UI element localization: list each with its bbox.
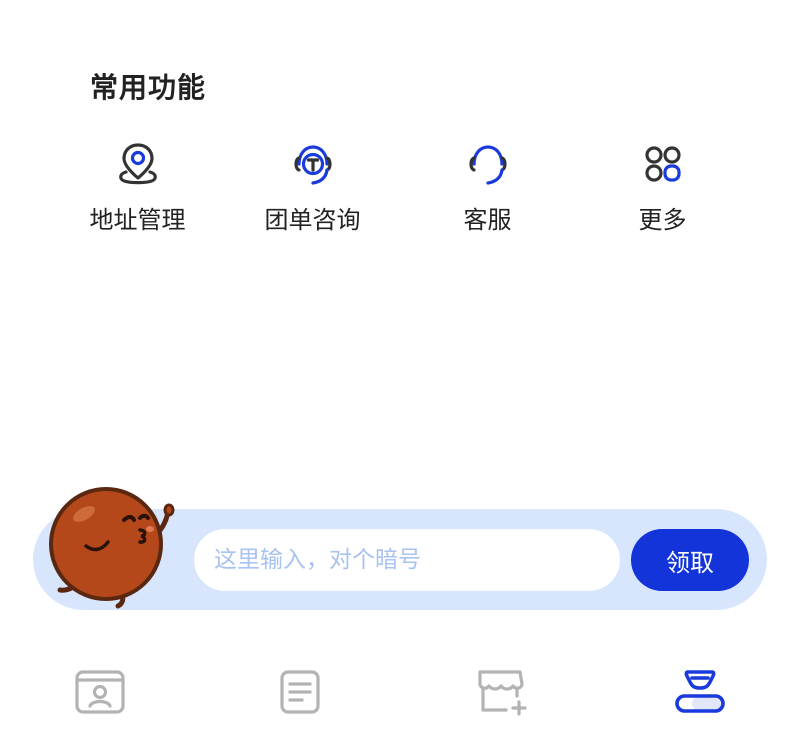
location-pin-icon bbox=[114, 140, 162, 188]
tab-store[interactable] bbox=[400, 660, 600, 733]
tab-contact[interactable] bbox=[0, 660, 200, 733]
tab-profile[interactable] bbox=[600, 660, 800, 733]
common-functions-grid: 地址管理 团单咨询 客服 更多 bbox=[50, 140, 750, 240]
page: 常用功能 地址管理 团单咨询 客服 更多 这里输入，对个暗号 领取 bbox=[0, 0, 800, 733]
function-label: 更多 bbox=[638, 206, 687, 234]
grid-more-icon bbox=[639, 140, 687, 188]
cookie-mascot-icon bbox=[46, 484, 180, 614]
function-customer-service[interactable]: 客服 bbox=[400, 140, 575, 240]
section-title: 常用功能 bbox=[90, 71, 207, 104]
function-more[interactable]: 更多 bbox=[575, 140, 750, 240]
function-label: 客服 bbox=[463, 206, 512, 234]
claim-button[interactable]: 领取 bbox=[631, 529, 749, 591]
function-label: 地址管理 bbox=[89, 206, 186, 234]
document-list-icon bbox=[272, 660, 328, 716]
function-address-management[interactable]: 地址管理 bbox=[50, 140, 225, 240]
secret-code-input[interactable] bbox=[194, 529, 620, 591]
contact-card-icon bbox=[72, 660, 128, 716]
function-group-order-consult[interactable]: 团单咨询 bbox=[225, 140, 400, 240]
tab-orders[interactable] bbox=[200, 660, 400, 733]
profile-icon bbox=[672, 660, 728, 716]
headset-icon bbox=[464, 140, 512, 188]
store-add-icon bbox=[472, 660, 528, 716]
headset-t-icon bbox=[289, 140, 337, 188]
function-label: 团单咨询 bbox=[264, 206, 361, 234]
bottom-tab-bar bbox=[0, 660, 800, 733]
